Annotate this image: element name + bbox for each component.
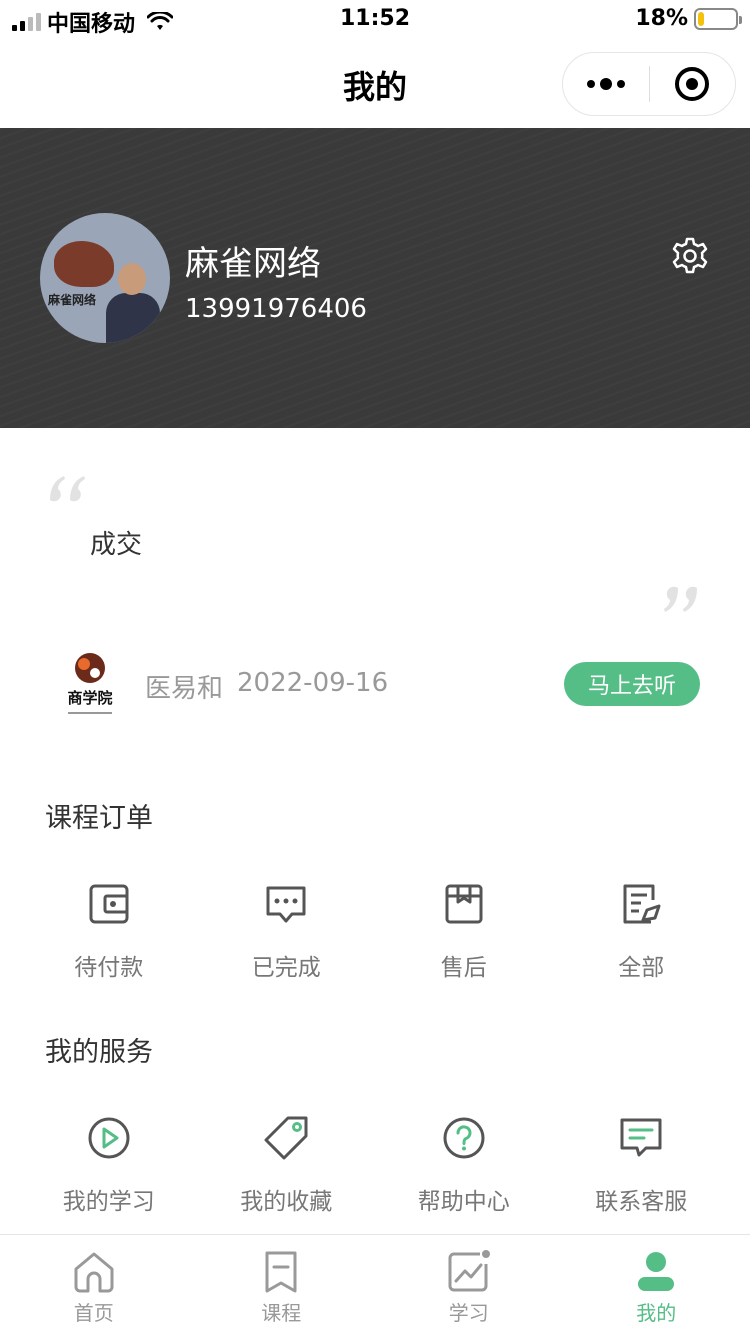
close-mini-program-button[interactable]	[650, 67, 736, 101]
contact-service-item[interactable]: 联系客服	[553, 1114, 731, 1216]
my-favorites-label: 我的收藏	[240, 1189, 333, 1215]
quote-open-icon	[50, 476, 85, 502]
battery-percent: 18%	[635, 6, 688, 31]
tab-home-label: 首页	[73, 1301, 114, 1325]
person-photo	[106, 263, 160, 343]
mini-program-capsule	[562, 52, 736, 116]
document-icon	[623, 884, 661, 924]
course-logo[interactable]: 商学院	[56, 648, 124, 724]
course-date: 2022-09-16	[237, 668, 389, 698]
services-title: 我的服务	[45, 1037, 153, 1068]
school-logo-icon: 商学院	[67, 653, 113, 714]
home-icon	[74, 1252, 114, 1293]
order-aftersale-label: 售后	[440, 955, 487, 981]
contact-service-label: 联系客服	[595, 1189, 688, 1215]
user-phone: 13991976406	[185, 294, 367, 324]
box-icon	[445, 884, 483, 924]
profile-header: 麻雀网络 麻雀网络 13991976406	[0, 128, 750, 428]
my-favorites-item[interactable]: 我的收藏	[198, 1114, 376, 1216]
course-logo-text: 商学院	[67, 689, 112, 707]
tab-study[interactable]: 学习	[375, 1235, 563, 1334]
order-pending-label: 待付款	[74, 955, 144, 981]
tab-courses-label: 课程	[261, 1301, 302, 1325]
help-center-item[interactable]: 帮助中心	[375, 1114, 553, 1216]
avatar-logo-text: 麻雀网络	[48, 293, 97, 307]
tab-mine-label: 我的	[636, 1301, 677, 1325]
battery-icon	[694, 7, 742, 30]
nav-bar: 我的	[0, 40, 750, 128]
help-center-label: 帮助中心	[417, 1189, 510, 1215]
order-pending-item[interactable]: 待付款	[20, 880, 198, 982]
user-name: 麻雀网络	[185, 244, 321, 284]
services-grid: 我的学习 我的收藏 帮助中心 联系客服	[20, 1114, 730, 1216]
tab-study-label: 学习	[448, 1301, 489, 1325]
tab-mine[interactable]: 我的	[563, 1235, 750, 1334]
order-aftersale-item[interactable]: 售后	[375, 880, 553, 982]
my-learning-item[interactable]: 我的学习	[20, 1114, 198, 1216]
tab-bar: 首页 课程 学习 我的	[0, 1234, 750, 1334]
tab-home[interactable]: 首页	[0, 1235, 188, 1334]
my-learning-label: 我的学习	[62, 1189, 155, 1215]
orders-title: 课程订单	[45, 803, 153, 834]
orders-grid: 待付款 已完成 售后 全部	[20, 880, 730, 982]
quote-text: 成交	[90, 530, 143, 560]
order-completed-label: 已完成	[251, 955, 321, 981]
wallet-icon	[89, 884, 129, 924]
tag-icon	[264, 1116, 308, 1160]
gear-icon[interactable]	[670, 236, 710, 276]
message-icon	[620, 1118, 662, 1157]
order-all-item[interactable]: 全部	[553, 880, 731, 982]
chart-icon	[448, 1250, 490, 1292]
bookmark-icon	[265, 1251, 297, 1293]
avatar[interactable]: 麻雀网络	[40, 213, 170, 343]
status-bar: 中国移动 11:52 18%	[0, 0, 750, 40]
order-completed-item[interactable]: 已完成	[198, 880, 376, 982]
course-teacher: 医易和	[145, 674, 224, 704]
tab-courses[interactable]: 课程	[188, 1235, 376, 1334]
quote-close-icon	[664, 586, 697, 612]
user-icon	[638, 1252, 675, 1291]
order-all-label: 全部	[618, 955, 665, 981]
course-meta: 医易和 2022-09-16	[145, 668, 388, 705]
listen-now-button[interactable]: 马上去听	[564, 662, 700, 706]
help-circle-icon	[443, 1117, 485, 1159]
status-right: 18%	[635, 6, 742, 31]
more-options-button[interactable]	[563, 78, 649, 90]
bird-logo	[54, 241, 114, 287]
chat-dots-icon	[266, 886, 306, 923]
play-circle-icon	[88, 1117, 130, 1159]
target-icon	[675, 67, 710, 101]
